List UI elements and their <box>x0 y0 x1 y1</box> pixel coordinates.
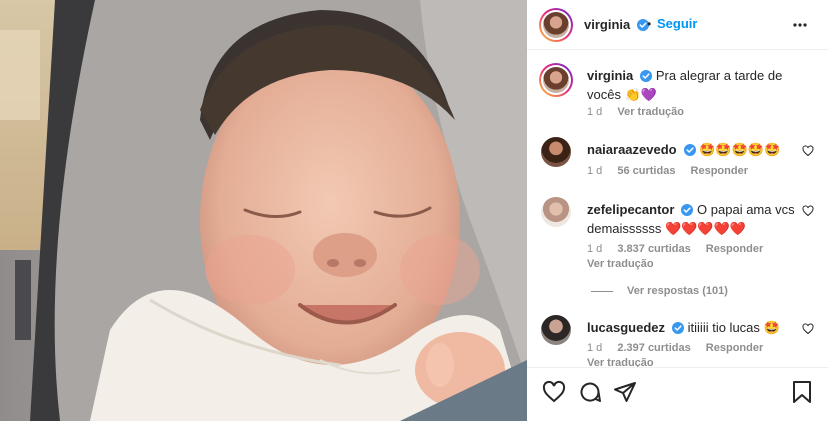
translate-link[interactable]: Ver tradução <box>587 357 654 367</box>
comments-list[interactable]: virginia Pra alegrar a tarde de vocês 👏💜… <box>527 51 828 367</box>
view-replies-label[interactable]: Ver respostas (101) <box>627 285 728 297</box>
reply-button[interactable]: Responder <box>706 342 763 354</box>
caption-meta: 1 d Ver tradução <box>587 106 696 118</box>
caption-text-block: virginia Pra alegrar a tarde de vocês 👏💜 <box>587 67 797 103</box>
comment-time: 1 d <box>587 165 603 177</box>
comment-username[interactable]: zefelipecantor <box>587 202 674 217</box>
view-replies-button[interactable]: Ver respostas (101) <box>591 285 728 297</box>
follow-button[interactable]: Seguir <box>657 16 697 31</box>
comment-meta: 1 d 2.397 curtidas Responder <box>587 342 775 354</box>
comment-time: 1 d <box>587 342 603 354</box>
comment-avatar[interactable] <box>541 137 571 167</box>
comment-username[interactable]: naiaraazevedo <box>587 142 677 157</box>
translate-link[interactable]: Ver tradução <box>587 258 654 270</box>
caption-username[interactable]: virginia <box>587 68 633 83</box>
comment-time: 1 d <box>587 243 603 255</box>
action-bar <box>527 367 828 421</box>
comment-like-heart-icon[interactable] <box>802 145 814 160</box>
baby-photo-illustration <box>0 0 527 421</box>
comment-translate: Ver tradução <box>587 258 666 270</box>
verified-icon <box>681 203 694 220</box>
verified-icon <box>672 321 685 338</box>
verified-icon <box>640 69 653 86</box>
comment-row: naiaraazevedo 🤩🤩🤩🤩🤩 1 d 56 curtidas Resp… <box>527 137 828 185</box>
comment-like-heart-icon[interactable] <box>802 323 814 338</box>
comment-likes[interactable]: 56 curtidas <box>617 165 675 177</box>
reply-button[interactable]: Responder <box>706 243 763 255</box>
comment-avatar[interactable] <box>541 197 571 227</box>
comment-row: zefelipecantor O papai ama vcs demaissss… <box>527 197 828 297</box>
caption-row: virginia Pra alegrar a tarde de vocês 👏💜… <box>527 63 828 123</box>
comment-username[interactable]: lucasguedez <box>587 320 665 335</box>
comment-likes[interactable]: 2.397 curtidas <box>617 342 690 354</box>
replies-divider <box>591 290 613 292</box>
comment-icon[interactable] <box>578 380 602 407</box>
comment-text-block: lucasguedez itiiiii tio lucas 🤩 <box>587 319 797 338</box>
comment-meta: 1 d 3.837 curtidas Responder <box>587 243 775 255</box>
comment-text: itiiiii tio lucas 🤩 <box>687 320 780 335</box>
caption-translate-link[interactable]: Ver tradução <box>617 106 684 118</box>
separator-dot: • <box>647 17 652 31</box>
author-username[interactable]: virginia <box>584 17 630 32</box>
more-icon[interactable] <box>793 17 807 36</box>
author-avatar[interactable] <box>539 8 573 42</box>
post-header: virginia • Seguir <box>527 0 828 50</box>
verified-icon <box>683 143 696 160</box>
comment-meta: 1 d 56 curtidas Responder <box>587 165 760 177</box>
heart-icon[interactable] <box>542 380 566 407</box>
share-icon[interactable] <box>613 380 637 407</box>
comment-text-block: naiaraazevedo 🤩🤩🤩🤩🤩 <box>587 141 797 160</box>
comment-row: lucasguedez itiiiii tio lucas 🤩 1 d 2.39… <box>527 315 828 367</box>
comment-avatar[interactable] <box>541 315 571 345</box>
caption-time: 1 d <box>587 106 603 118</box>
comment-translate: Ver tradução <box>587 357 666 367</box>
reply-button[interactable]: Responder <box>691 165 748 177</box>
comment-text-block: zefelipecantor O papai ama vcs demaissss… <box>587 201 797 237</box>
post-side-panel: virginia • Seguir virginia Pra alegrar a <box>527 0 828 421</box>
comment-likes[interactable]: 3.837 curtidas <box>617 243 690 255</box>
bookmark-icon[interactable] <box>791 380 813 407</box>
comment-like-heart-icon[interactable] <box>802 205 814 220</box>
caption-avatar[interactable] <box>539 63 573 97</box>
comment-text: 🤩🤩🤩🤩🤩 <box>699 142 781 157</box>
post-photo[interactable] <box>0 0 527 421</box>
